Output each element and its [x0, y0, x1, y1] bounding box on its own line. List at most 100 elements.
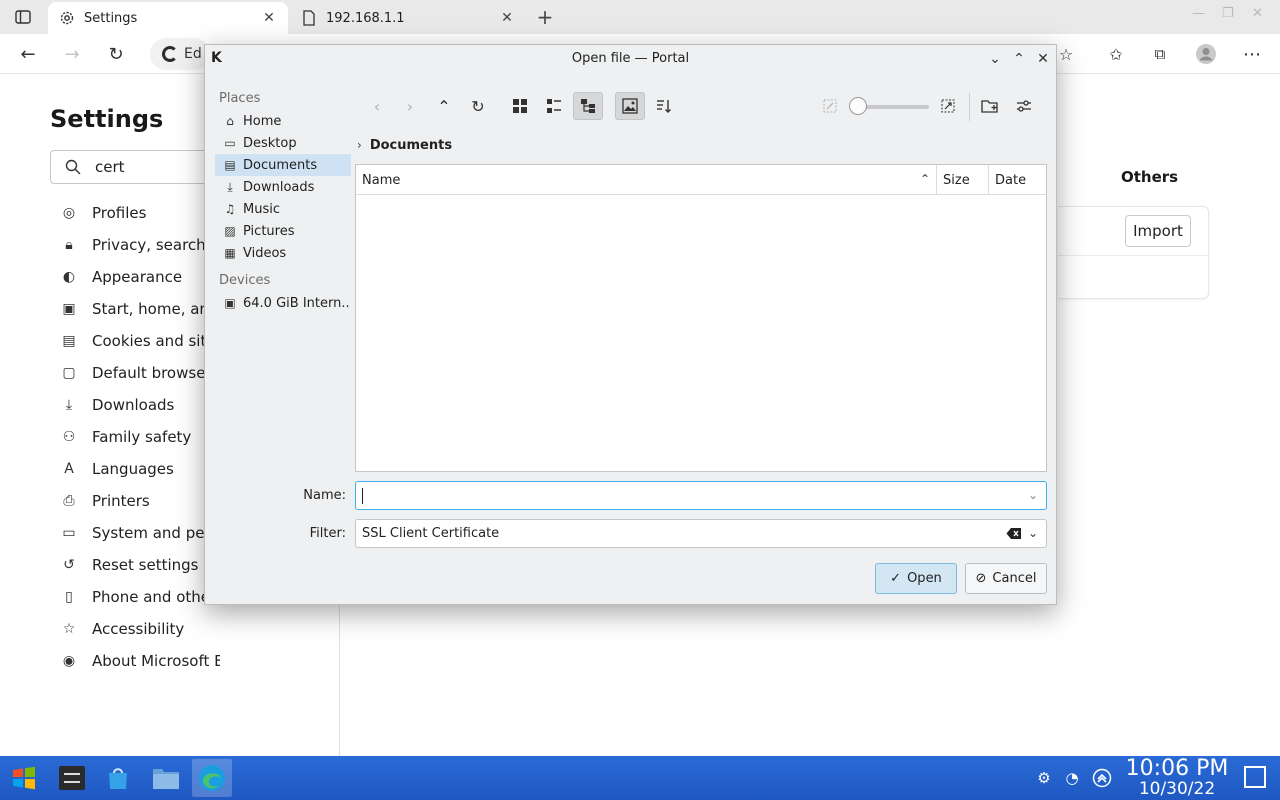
reload-icon[interactable]: ↻: [463, 92, 493, 120]
sidebar-item-label: System and perfo: [92, 524, 220, 542]
place-label: Desktop: [243, 135, 297, 151]
restore-icon[interactable]: ❐: [1222, 6, 1234, 21]
phone-icon: ▯: [65, 589, 73, 605]
parent-folder-icon[interactable]: ⌃: [429, 92, 459, 120]
expand-tray-icon[interactable]: [1092, 768, 1112, 788]
chevron-down-icon[interactable]: ⌄: [1028, 488, 1038, 502]
sidebar-item-label: Family safety: [92, 428, 192, 446]
search-icon: [65, 159, 81, 175]
icon-view-icon[interactable]: [505, 92, 535, 120]
sidebar-item-printers[interactable]: ⎙ Printers: [60, 485, 220, 517]
tab-bar: Settings ✕ 192.168.1.1 ✕ + — ❐ ✕: [0, 0, 1280, 34]
refresh-icon[interactable]: ↻: [102, 41, 130, 67]
column-header-date[interactable]: Date: [988, 165, 1046, 195]
chevron-down-icon[interactable]: ⌄: [1028, 526, 1038, 540]
sidebar-item-profiles[interactable]: ◎ Profiles: [60, 197, 220, 229]
collections-icon[interactable]: ⧉: [1146, 41, 1174, 67]
breadcrumb[interactable]: › Documents: [357, 136, 452, 154]
minimize-icon[interactable]: —: [1192, 6, 1205, 21]
store-taskbar-icon[interactable]: [98, 759, 138, 797]
sidebar-item-accessibility[interactable]: ☆ Accessibility: [60, 613, 220, 645]
place-downloads[interactable]: ⤓ Downloads: [215, 176, 351, 198]
import-button[interactable]: Import: [1125, 215, 1191, 247]
chevron-right-icon: ›: [357, 138, 362, 152]
forward-icon[interactable]: ›: [395, 92, 425, 120]
address-bar[interactable]: Ed: [150, 38, 210, 70]
system-settings-taskbar-icon[interactable]: [52, 759, 92, 797]
back-icon[interactable]: ←: [14, 41, 42, 67]
device-internal-drive[interactable]: ▣ 64.0 GiB Intern...: [215, 292, 351, 314]
place-desktop[interactable]: ▭ Desktop: [215, 132, 351, 154]
zoom-out-icon[interactable]: [815, 92, 845, 120]
sidebar-item-reset[interactable]: ↺ Reset settings: [60, 549, 220, 581]
volume-tray-icon[interactable]: ◔: [1062, 768, 1082, 788]
start-button[interactable]: [4, 759, 44, 797]
new-tab-icon[interactable]: +: [530, 5, 560, 29]
tab-settings[interactable]: Settings ✕: [48, 2, 288, 34]
sidebar-item-appearance[interactable]: ◐ Appearance: [60, 261, 220, 293]
sidebar-item-start-home[interactable]: ▣ Start, home, and: [60, 293, 220, 325]
sidebar-item-languages[interactable]: A Languages: [60, 453, 220, 485]
file-name-input[interactable]: [364, 485, 1014, 507]
file-list[interactable]: Name ⌃ Size Date: [355, 164, 1047, 472]
place-documents[interactable]: ▤ Documents: [215, 154, 351, 176]
place-pictures[interactable]: ▨ Pictures: [215, 220, 351, 242]
search-value: cert: [95, 158, 125, 176]
compact-view-icon[interactable]: [539, 92, 569, 120]
page-icon: [300, 9, 318, 27]
sidebar-item-default-browser[interactable]: ▢ Default browser: [60, 357, 220, 389]
column-header-size[interactable]: Size: [936, 165, 988, 195]
edge-taskbar-icon[interactable]: [192, 759, 232, 797]
sidebar-item-system[interactable]: ▭ System and perfo: [60, 517, 220, 549]
sidebar-item-phone[interactable]: ▯ Phone and other: [60, 581, 220, 613]
sidebar-item-about[interactable]: ◉ About Microsoft Edge: [60, 645, 220, 677]
sidebar-item-label: Phone and other: [92, 588, 217, 606]
back-icon[interactable]: ‹: [362, 92, 392, 120]
options-icon[interactable]: [1009, 92, 1039, 120]
preview-icon[interactable]: [615, 92, 645, 120]
forward-icon[interactable]: →: [58, 41, 86, 67]
chevron-up-icon[interactable]: ⌃: [1009, 49, 1029, 69]
profile-avatar-icon[interactable]: [1192, 41, 1220, 67]
show-desktop-button[interactable]: [1244, 766, 1266, 788]
place-home[interactable]: ⌂ Home: [215, 110, 351, 132]
filter-select[interactable]: SSL Client Certificate ⌄: [355, 519, 1047, 548]
taskbar-clock[interactable]: 10:06 PM 10/30/22: [1122, 758, 1232, 798]
chevron-down-icon[interactable]: ⌄: [985, 49, 1005, 69]
sort-icon[interactable]: [649, 92, 679, 120]
clock-date: 10/30/22: [1138, 779, 1216, 799]
tree-view-icon[interactable]: [573, 92, 603, 120]
open-button[interactable]: ✓ Open: [875, 563, 957, 594]
tab-actions-icon[interactable]: [8, 5, 38, 29]
more-options-icon[interactable]: ⋯: [1238, 41, 1266, 67]
network-tray-icon[interactable]: ⚙︎: [1034, 768, 1054, 788]
sidebar-item-cookies[interactable]: ▤ Cookies and site: [60, 325, 220, 357]
zoom-in-icon[interactable]: [933, 92, 963, 120]
clear-text-icon[interactable]: [1006, 527, 1022, 540]
place-label: Documents: [243, 157, 318, 173]
sidebar-item-downloads[interactable]: ⤓ Downloads: [60, 389, 220, 421]
file-name-field[interactable]: ⌄: [355, 481, 1047, 510]
cancel-button[interactable]: ⊘ Cancel: [965, 563, 1047, 594]
place-videos[interactable]: ▦ Videos: [215, 242, 351, 264]
filter-value: SSL Client Certificate: [362, 526, 500, 541]
zoom-slider-handle[interactable]: [849, 97, 867, 115]
favorites-icon[interactable]: ✩: [1102, 41, 1130, 67]
windows-logo-icon: [13, 766, 35, 790]
dialog-titlebar: K Open file — Portal ⌄ ⌃ ✕: [205, 45, 1056, 72]
close-window-icon[interactable]: ✕: [1252, 6, 1263, 21]
accessibility-icon: ☆: [62, 621, 76, 637]
new-folder-icon[interactable]: [975, 92, 1005, 120]
close-tab-icon[interactable]: ✕: [260, 10, 278, 26]
file-manager-taskbar-icon[interactable]: [146, 759, 186, 797]
cancel-icon: ⊘: [975, 571, 987, 586]
close-tab-icon[interactable]: ✕: [498, 10, 516, 26]
column-header-name[interactable]: Name: [356, 165, 936, 195]
download-icon: ⤓: [65, 397, 73, 413]
tab-router[interactable]: 192.168.1.1 ✕: [290, 2, 526, 34]
place-music[interactable]: ♫ Music: [215, 198, 351, 220]
sidebar-item-family-safety[interactable]: ⚇ Family safety: [60, 421, 220, 453]
video-icon: ▦: [224, 246, 236, 260]
sidebar-item-privacy[interactable]: 🔒︎ Privacy, search, a: [60, 229, 220, 261]
close-icon[interactable]: ✕: [1033, 49, 1053, 69]
